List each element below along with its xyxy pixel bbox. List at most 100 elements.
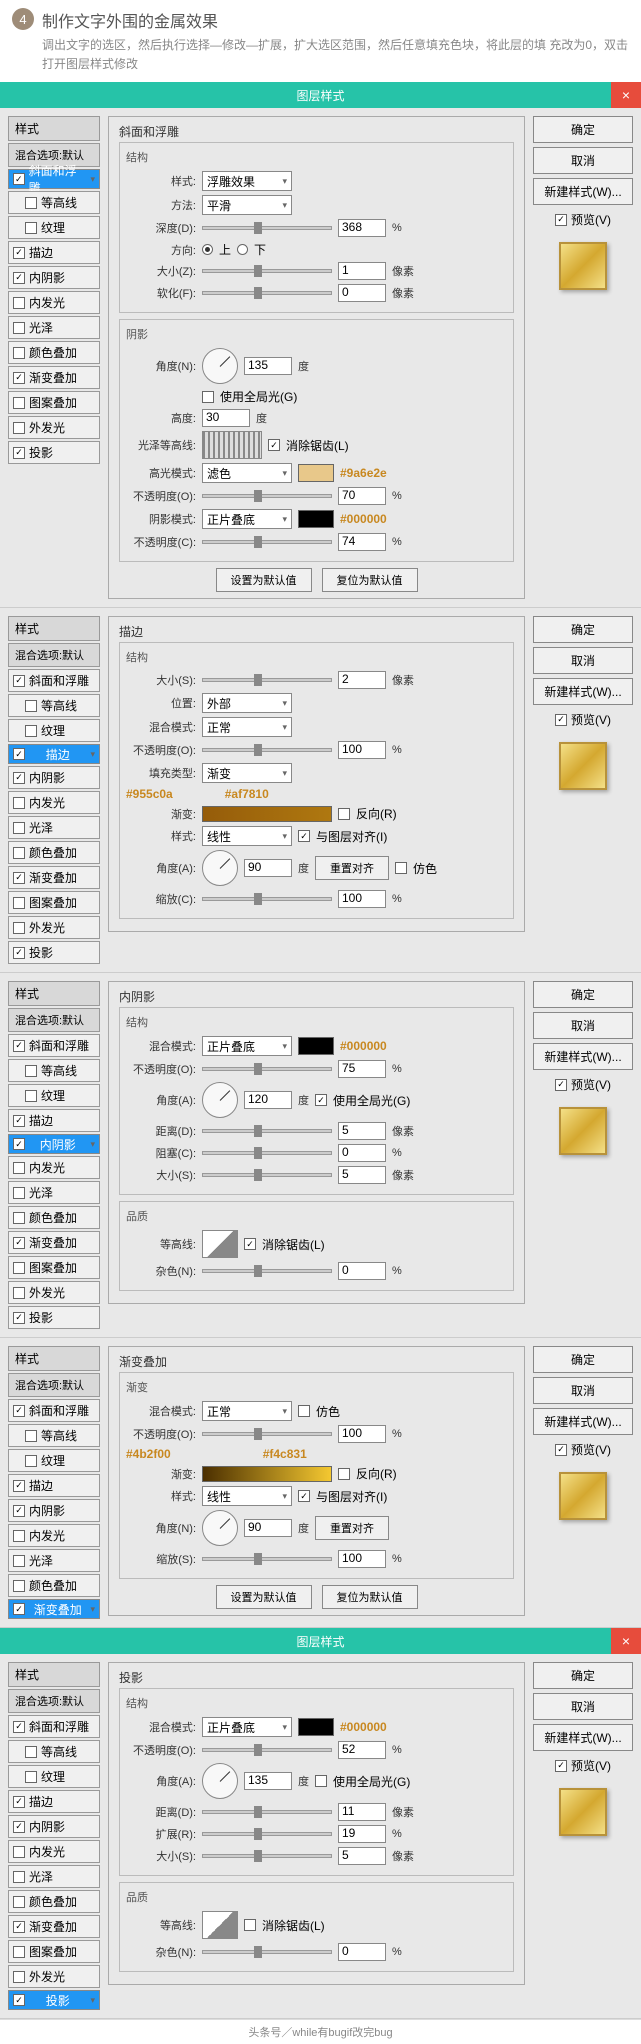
distance-slider[interactable] (202, 1129, 332, 1133)
spread-slider[interactable] (202, 1832, 332, 1836)
scale-slider[interactable] (202, 1557, 332, 1561)
choke-input[interactable]: 0 (338, 1144, 386, 1162)
style-patt-overlay[interactable]: 图案叠加 (8, 391, 100, 414)
opacity-slider[interactable] (202, 1067, 332, 1071)
style-outer-glow[interactable]: 外发光 (8, 1965, 100, 1988)
distance-input[interactable]: 5 (338, 1122, 386, 1140)
size-slider[interactable] (202, 1854, 332, 1858)
style-stroke[interactable]: 描边 (8, 241, 100, 264)
cancel-button[interactable]: 取消 (533, 1693, 633, 1720)
highlight-color[interactable] (298, 464, 334, 482)
align-layer-checkbox[interactable] (298, 830, 310, 842)
angle-input[interactable]: 90 (244, 1519, 292, 1537)
checkbox[interactable] (13, 322, 25, 334)
shadow-color[interactable] (298, 1037, 334, 1055)
set-default-button[interactable]: 设置为默认值 (216, 1585, 312, 1609)
preview-checkbox[interactable] (555, 714, 567, 726)
reset-align-button[interactable]: 重置对齐 (315, 856, 389, 880)
antialias-checkbox[interactable] (244, 1919, 256, 1931)
style-inner-shadow[interactable]: 内阴影 (8, 1499, 100, 1522)
style-contour[interactable]: 等高线 (8, 694, 100, 717)
noise-slider[interactable] (202, 1950, 332, 1954)
dir-down-radio[interactable] (237, 244, 248, 255)
opacity-input[interactable]: 52 (338, 1741, 386, 1759)
style-outer-glow[interactable]: 外发光 (8, 916, 100, 939)
new-style-button[interactable]: 新建样式(W)... (533, 1043, 633, 1070)
style-outer-glow[interactable]: 外发光 (8, 416, 100, 439)
highlight-opacity-slider[interactable] (202, 494, 332, 498)
opacity-slider[interactable] (202, 748, 332, 752)
new-style-button[interactable]: 新建样式(W)... (533, 678, 633, 705)
grad-style-select[interactable]: 线性 (202, 826, 292, 846)
position-select[interactable]: 外部 (202, 693, 292, 713)
global-light-checkbox[interactable] (202, 391, 214, 403)
preview-checkbox[interactable] (555, 1444, 567, 1456)
style-stroke[interactable]: 描边 (8, 1109, 100, 1132)
blend-mode-select[interactable]: 正常 (202, 1401, 292, 1421)
scale-input[interactable]: 100 (338, 890, 386, 908)
angle-input[interactable]: 90 (244, 859, 292, 877)
style-satin[interactable]: 光泽 (8, 1865, 100, 1888)
shadow-color[interactable] (298, 510, 334, 528)
style-bevel[interactable]: 斜面和浮雕 (8, 169, 100, 189)
noise-input[interactable]: 0 (338, 1262, 386, 1280)
preview-checkbox[interactable] (555, 1760, 567, 1772)
style-inner-glow[interactable]: 内发光 (8, 1156, 100, 1179)
highlight-mode-select[interactable]: 滤色 (202, 463, 292, 483)
size-slider[interactable] (202, 269, 332, 273)
angle-dial[interactable] (202, 850, 238, 886)
new-style-button[interactable]: 新建样式(W)... (533, 1724, 633, 1751)
dir-up-radio[interactable] (202, 244, 213, 255)
align-layer-checkbox[interactable] (298, 1490, 310, 1502)
style-drop-shadow[interactable]: 投影 (8, 1990, 100, 2010)
style-grad-overlay[interactable]: 渐变叠加 (8, 1231, 100, 1254)
checkbox[interactable] (13, 247, 25, 259)
altitude-input[interactable]: 30 (202, 409, 250, 427)
style-satin[interactable]: 光泽 (8, 1181, 100, 1204)
distance-input[interactable]: 11 (338, 1803, 386, 1821)
style-outer-glow[interactable]: 外发光 (8, 1281, 100, 1304)
style-inner-glow[interactable]: 内发光 (8, 1840, 100, 1863)
checkbox[interactable] (13, 347, 25, 359)
reset-default-button[interactable]: 复位为默认值 (322, 568, 418, 592)
checkbox[interactable] (13, 372, 25, 384)
new-style-button[interactable]: 新建样式(W)... (533, 1408, 633, 1435)
checkbox[interactable] (13, 272, 25, 284)
checkbox[interactable] (13, 397, 25, 409)
angle-input[interactable]: 120 (244, 1091, 292, 1109)
style-bevel[interactable]: 斜面和浮雕 (8, 669, 100, 692)
dither-checkbox[interactable] (395, 862, 407, 874)
style-texture[interactable]: 纹理 (8, 216, 100, 239)
style-grad-overlay[interactable]: 渐变叠加 (8, 1599, 100, 1619)
depth-slider[interactable] (202, 226, 332, 230)
style-contour[interactable]: 等高线 (8, 1740, 100, 1763)
opacity-input[interactable]: 100 (338, 1425, 386, 1443)
preview-checkbox[interactable] (555, 214, 567, 226)
shadow-color[interactable] (298, 1718, 334, 1736)
angle-dial[interactable] (202, 1082, 238, 1118)
global-light-checkbox[interactable] (315, 1775, 327, 1787)
blend-options[interactable]: 混合选项:默认 (8, 1373, 100, 1397)
cancel-button[interactable]: 取消 (533, 147, 633, 174)
angle-input[interactable]: 135 (244, 357, 292, 375)
opacity-input[interactable]: 100 (338, 741, 386, 759)
checkbox[interactable] (25, 222, 37, 234)
fill-type-select[interactable]: 渐变 (202, 763, 292, 783)
style-texture[interactable]: 纹理 (8, 1765, 100, 1788)
blend-mode-select[interactable]: 正片叠底 (202, 1036, 292, 1056)
gradient-picker[interactable] (202, 1466, 332, 1482)
blend-options[interactable]: 混合选项:默认 (8, 1689, 100, 1713)
noise-input[interactable]: 0 (338, 1943, 386, 1961)
style-inner-glow[interactable]: 内发光 (8, 291, 100, 314)
contour-picker[interactable] (202, 1230, 238, 1258)
ok-button[interactable]: 确定 (533, 616, 633, 643)
style-select[interactable]: 浮雕效果 (202, 171, 292, 191)
reset-default-button[interactable]: 复位为默认值 (322, 1585, 418, 1609)
blend-mode-select[interactable]: 正片叠底 (202, 1717, 292, 1737)
style-contour[interactable]: 等高线 (8, 1424, 100, 1447)
style-bevel[interactable]: 斜面和浮雕 (8, 1399, 100, 1422)
style-satin[interactable]: 光泽 (8, 816, 100, 839)
shadow-mode-select[interactable]: 正片叠底 (202, 509, 292, 529)
opacity-input[interactable]: 75 (338, 1060, 386, 1078)
soften-slider[interactable] (202, 291, 332, 295)
